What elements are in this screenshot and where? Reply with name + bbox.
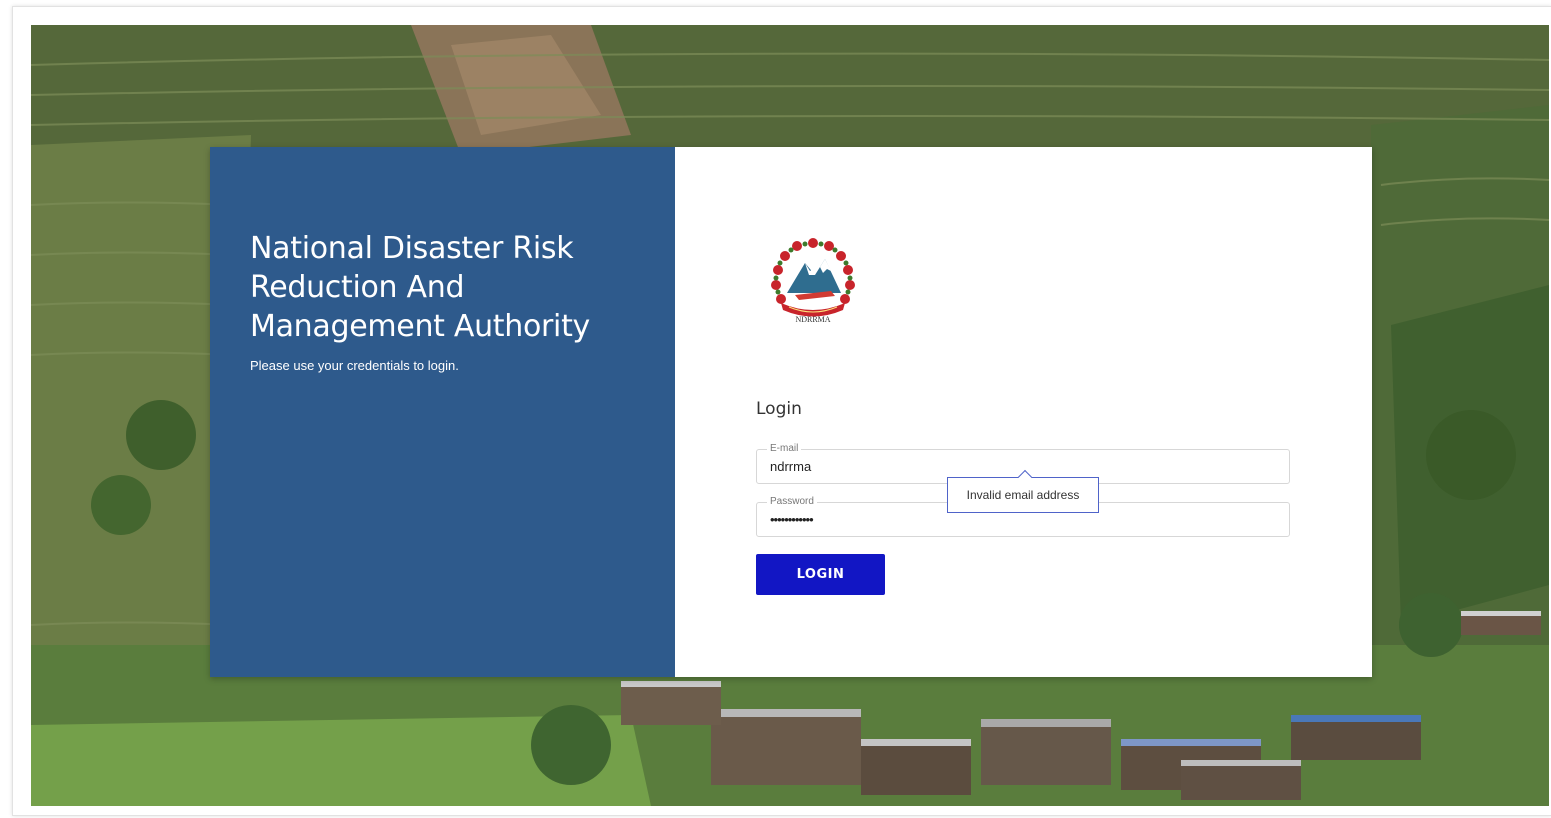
login-card: National Disaster Risk Reduction And Man… (210, 147, 1372, 677)
org-panel: National Disaster Risk Reduction And Man… (210, 147, 675, 677)
password-input[interactable]: •••••••••••• (770, 512, 1270, 527)
email-input[interactable] (770, 459, 1270, 474)
logo-caption: NDRRMA (795, 315, 831, 324)
login-heading: Login (756, 399, 802, 419)
password-label: Password (767, 496, 817, 508)
org-name: National Disaster Risk Reduction And Man… (250, 231, 591, 344)
login-button[interactable]: LOGIN (756, 554, 885, 595)
email-error-tooltip: Invalid email address (947, 477, 1099, 513)
email-label: E-mail (767, 443, 802, 455)
org-subtitle: Please use your credentials to login. (250, 358, 459, 373)
login-panel: NDRRMA Login E-mail Password •••••••••••… (675, 147, 1372, 677)
